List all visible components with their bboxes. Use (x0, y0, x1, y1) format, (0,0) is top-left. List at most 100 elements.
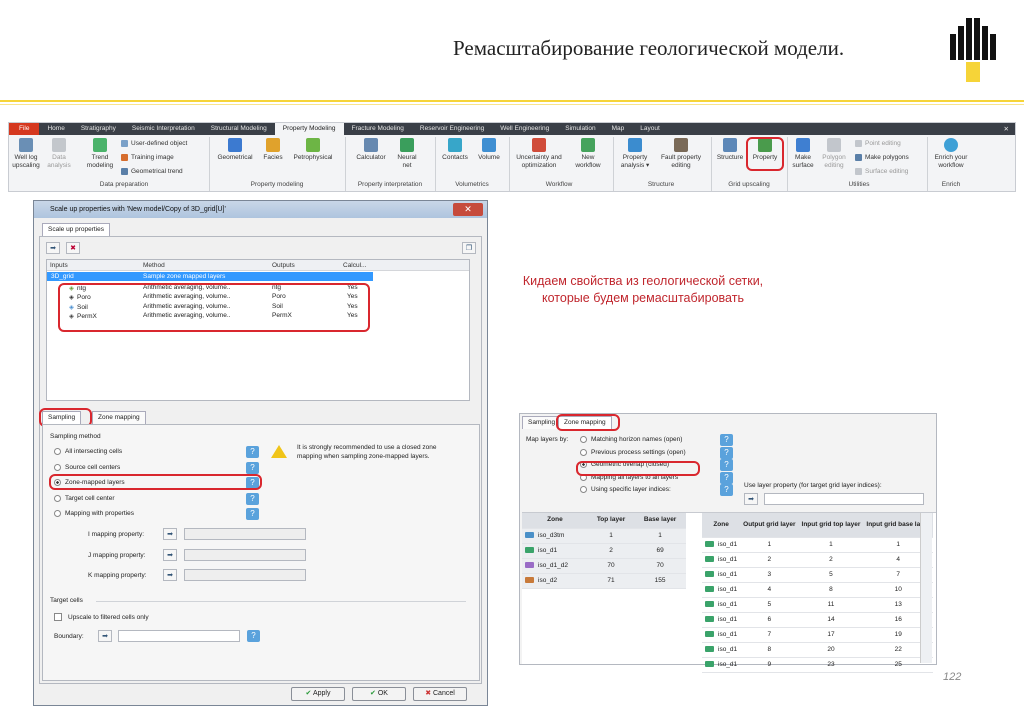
boundary-arrow-icon[interactable]: ➡ (98, 630, 112, 642)
table-row[interactable]: iso_d3tm 1 1 (522, 528, 686, 544)
sampling-option[interactable]: Target cell center (54, 494, 115, 502)
volume-button[interactable]: Volume (475, 138, 503, 162)
copy-icon[interactable]: ❐ (462, 242, 476, 254)
scrollbar[interactable] (920, 513, 932, 663)
help-icon[interactable]: ? (246, 492, 259, 505)
help-icon[interactable]: ? (246, 446, 259, 458)
dialog-close-icon[interactable]: ✕ (453, 203, 483, 216)
insert-arrow-icon[interactable]: ➡ (46, 242, 60, 254)
training-image-button[interactable]: Training image (121, 154, 174, 161)
zone-icon (705, 661, 714, 668)
upscale-filtered-checkbox[interactable] (54, 613, 62, 621)
calculator-button[interactable]: Calculator (353, 138, 389, 162)
well-log-upscaling-button[interactable]: Well log upscaling (11, 138, 41, 170)
table-row[interactable]: iso_d1 5 11 13 (702, 597, 933, 613)
tab-scale-up-properties[interactable]: Scale up properties (42, 223, 111, 236)
new-workflow-button[interactable]: New workflow (571, 138, 605, 170)
tab-well[interactable]: Well Engineering (492, 123, 557, 135)
uncertainty-button[interactable]: Uncertainty and optimization (511, 138, 567, 170)
help-icon[interactable]: ? (720, 471, 733, 484)
tab-home[interactable]: Home (39, 123, 72, 135)
petrophysical-icon (306, 138, 320, 152)
sampling-option[interactable]: Source cell centers (54, 463, 120, 471)
table-row[interactable]: iso_d1 1 1 1 (702, 537, 933, 553)
boundary-help-icon[interactable]: ? (247, 630, 260, 642)
surface-editing-button[interactable]: Surface editing (855, 168, 908, 175)
layer-property-arrow-icon[interactable]: ➡ (744, 493, 758, 505)
contacts-button[interactable]: Contacts (439, 138, 471, 162)
polygon-editing-icon (827, 138, 841, 152)
table-row[interactable]: iso_d1 7 17 19 (702, 627, 933, 643)
tab-reservoir[interactable]: Reservoir Engineering (412, 123, 492, 135)
k-mapping-field[interactable] (184, 569, 306, 581)
tab-map[interactable]: Map (604, 123, 633, 135)
geometrical-trend-button[interactable]: Geometrical trend (121, 168, 183, 175)
table-row[interactable]: iso_d1_d2 70 70 (522, 558, 686, 574)
remove-icon[interactable]: ✖ (66, 242, 80, 254)
petrophysical-button[interactable]: Petrophysical (289, 138, 337, 162)
help-icon[interactable]: ? (720, 434, 733, 446)
group-data-preparation: Data preparation (99, 181, 149, 188)
j-mapping-field[interactable] (184, 549, 306, 561)
neural-net-button[interactable]: Neural net (395, 138, 419, 170)
k-mapping-arrow-icon[interactable]: ➡ (163, 569, 177, 581)
help-icon[interactable]: ? (246, 461, 259, 474)
tab-simulation[interactable]: Simulation (557, 123, 603, 135)
point-editing-button[interactable]: Point editing (855, 140, 901, 147)
zone-icon (705, 571, 714, 578)
layer-property-field[interactable] (764, 493, 924, 505)
table-row[interactable]: iso_d1 3 5 7 (702, 567, 933, 583)
zone-icon (525, 532, 534, 539)
i-mapping-arrow-icon[interactable]: ➡ (163, 528, 177, 540)
help-icon[interactable]: ? (246, 508, 259, 520)
j-mapping-arrow-icon[interactable]: ➡ (163, 549, 177, 561)
fault-property-button[interactable]: Fault property editing (657, 138, 705, 170)
ok-button[interactable]: ✔ OK (352, 687, 406, 701)
facies-button[interactable]: Facies (261, 138, 285, 162)
ribbon-close-icon[interactable]: ✕ (1004, 125, 1015, 133)
map-layers-label: Map layers by: (526, 436, 569, 443)
input-top-cell: 20 (798, 642, 864, 658)
i-mapping-field[interactable] (184, 528, 306, 540)
table-row[interactable]: iso_d1 8 20 22 (702, 642, 933, 658)
table-row[interactable]: iso_d1 9 23 25 (702, 657, 933, 673)
sampling-option[interactable]: All intersecting cells (54, 448, 122, 455)
table-row[interactable]: iso_d2 71 155 (522, 573, 686, 589)
sampling-option[interactable]: Mapping with properties (54, 510, 134, 517)
cancel-button[interactable]: ✖ Cancel (413, 687, 467, 701)
structure-button[interactable]: Structure (713, 138, 747, 162)
boundary-field[interactable] (118, 630, 240, 642)
map-option[interactable]: Using specific layer indices: (580, 486, 671, 494)
tab-file[interactable]: File (9, 123, 40, 135)
make-surface-button[interactable]: Make surface (789, 138, 817, 170)
map-option[interactable]: Matching horizon names (open) (580, 436, 682, 443)
make-polygons-button[interactable]: Make polygons (855, 154, 909, 161)
help-icon[interactable]: ? (720, 484, 733, 497)
table-row[interactable]: iso_d1 2 69 (522, 543, 686, 559)
help-icon[interactable]: ? (720, 459, 733, 472)
property-analysis-button[interactable]: Property analysis ▾ (615, 138, 655, 170)
help-icon[interactable]: ? (720, 446, 733, 459)
tab-fracture[interactable]: Fracture Modeling (344, 123, 412, 135)
apply-button[interactable]: ✔ Apply (291, 687, 345, 701)
tab-stratigraphy[interactable]: Stratigraphy (73, 123, 124, 135)
tab-property-modeling[interactable]: Property Modeling (274, 123, 344, 135)
enrich-workflow-button[interactable]: Enrich your workflow (929, 138, 973, 170)
top-layer-cell: 2 (587, 543, 635, 559)
tab-layout[interactable]: Layout (632, 123, 668, 135)
trend-modeling-button[interactable]: Trend modeling (83, 138, 117, 170)
tab-structural[interactable]: Structural Modeling (203, 123, 275, 135)
polygon-editing-button[interactable]: Polygon editing (819, 138, 849, 170)
data-analysis-button[interactable]: Data analysis (47, 138, 71, 170)
enrich-icon (944, 138, 958, 152)
table-row[interactable]: iso_d1 2 2 4 (702, 552, 933, 568)
slide-title: Ремасштабирование геологической модели. (453, 36, 845, 60)
tab-seismic[interactable]: Seismic Interpretation (124, 123, 203, 135)
map-option[interactable]: Previous process settings (open) (580, 448, 686, 456)
user-defined-object-button[interactable]: User-defined object (121, 140, 187, 147)
grid-row-input: 3D_grid (51, 273, 74, 280)
tab-zone-mapping[interactable]: Zone mapping (92, 411, 146, 424)
table-row[interactable]: iso_d1 4 8 10 (702, 582, 933, 598)
table-row[interactable]: iso_d1 6 14 16 (702, 612, 933, 628)
geometrical-button[interactable]: Geometrical (215, 138, 255, 162)
